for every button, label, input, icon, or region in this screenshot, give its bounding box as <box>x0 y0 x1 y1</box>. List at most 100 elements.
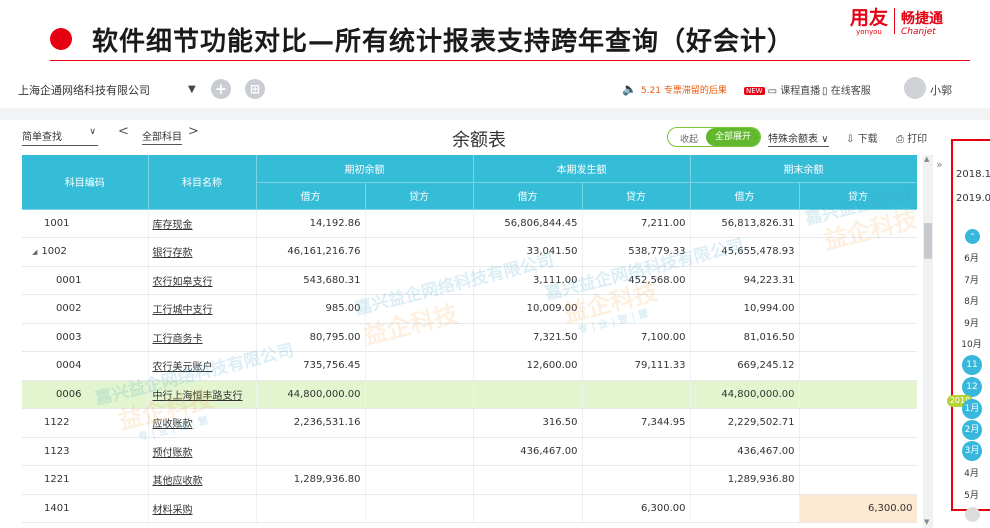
all-subjects-selector[interactable]: 全部科目 <box>142 128 182 145</box>
course-live-link[interactable]: NEW ▭ 课程直播 <box>744 82 820 97</box>
cell-current-debit <box>473 380 583 409</box>
balance-table: 科目编码 科目名称 期初余额 本期发生额 期末余额 借方 贷方 借方 贷方 借方… <box>22 155 917 528</box>
cell-closing-credit <box>799 408 917 438</box>
quick-search-dropdown[interactable]: 简单查找 ∨ <box>22 127 98 146</box>
cell-closing-credit <box>799 380 917 409</box>
cell-closing-credit <box>799 351 917 381</box>
account-link[interactable]: 应收账款 <box>153 419 193 430</box>
download-button[interactable]: ⇩ 下载 <box>846 130 878 145</box>
cell-closing-debit: 436,467.00 <box>690 437 800 466</box>
cell-opening-credit <box>365 237 474 267</box>
add-icon[interactable]: + <box>211 79 231 99</box>
account-link[interactable]: 材料采购 <box>153 505 193 516</box>
collapse-option[interactable]: 收起 <box>680 132 698 145</box>
company-selector[interactable]: 上海企通网络科技有限公司 <box>18 82 150 98</box>
period-month-selected[interactable]: 2月 <box>962 420 982 440</box>
apps-icon[interactable]: ⊞ <box>245 79 265 99</box>
cell-name[interactable]: 农行美元账户 <box>148 351 257 381</box>
cell-current-credit <box>582 465 691 495</box>
cell-opening-credit <box>365 437 474 466</box>
scroll-down-icon[interactable] <box>965 507 980 522</box>
account-link[interactable]: 工行商务卡 <box>153 334 203 345</box>
special-balance-dropdown[interactable]: 特殊余额表 ∨ <box>768 130 829 147</box>
account-link[interactable]: 农行如皋支行 <box>153 277 213 288</box>
cell-closing-credit <box>799 323 917 352</box>
cell-name[interactable]: 材料采购 <box>148 494 257 523</box>
header-rule <box>50 60 970 61</box>
cell-code: 0003 <box>22 323 149 352</box>
period-month-selected[interactable]: 12月 <box>962 377 982 412</box>
cell-code: 0006 <box>22 380 149 409</box>
cell-name[interactable]: 预付账款 <box>148 437 257 466</box>
cell-opening-debit: 14,192.86 <box>256 209 366 238</box>
col-header-debit: 借方 <box>256 182 366 210</box>
period-month[interactable]: 4月 <box>953 466 990 479</box>
notice-text: 5.21 专票滞留的后果 <box>640 86 727 96</box>
cell-name[interactable]: 应收账款 <box>148 408 257 438</box>
service-link[interactable]: ▯ 在线客服 <box>822 82 871 97</box>
cell-name[interactable]: 其他应收款 <box>148 465 257 495</box>
brand-logo: 用友 yonyou 畅捷通 Chanjet <box>850 8 943 37</box>
cell-opening-credit <box>365 465 474 495</box>
prev-arrow-icon[interactable]: < <box>118 124 129 139</box>
next-arrow-icon[interactable]: > <box>188 124 199 139</box>
cell-current-credit: 538,779.33 <box>582 237 691 267</box>
col-header-credit: 贷方 <box>799 182 917 210</box>
cell-current-credit: 452,568.00 <box>582 266 691 295</box>
account-link[interactable]: 中行上海恒丰路支行 <box>153 391 243 402</box>
service-label: 在线客服 <box>830 86 871 97</box>
period-month-selected[interactable]: 3月 <box>962 441 982 461</box>
cell-name[interactable]: 农行如皋支行 <box>148 266 257 295</box>
scroll-up-icon[interactable]: ▲ <box>924 155 929 163</box>
period-to[interactable]: 2019.03 <box>956 193 990 204</box>
cell-current-debit: 10,009.00 <box>473 294 583 324</box>
period-month[interactable]: 7月 <box>953 273 990 286</box>
period-month-selected[interactable]: 11月 <box>962 355 982 390</box>
cell-name[interactable]: 工行城中支行 <box>148 294 257 324</box>
scroll-up-icon[interactable]: ⌃ <box>965 229 980 244</box>
cell-current-debit: 436,467.00 <box>473 437 583 466</box>
cell-opening-debit: 735,756.45 <box>256 351 366 381</box>
cell-closing-debit: 10,994.00 <box>690 294 800 324</box>
cell-code: 1401 <box>22 494 149 523</box>
period-month[interactable]: 10月 <box>953 337 990 350</box>
col-header-name: 科目名称 <box>148 155 257 210</box>
period-from[interactable]: 2018.11 <box>956 169 990 180</box>
username[interactable]: 小郭 <box>930 82 952 98</box>
period-month[interactable]: 9月 <box>953 316 990 329</box>
expand-toggle[interactable]: 收起 全部展开 <box>667 127 761 147</box>
scroll-down-icon[interactable]: ▼ <box>924 518 929 526</box>
period-month[interactable]: 8月 <box>953 294 990 307</box>
cell-code: 0002 <box>22 294 149 324</box>
speaker-icon: 🔈 <box>622 82 637 96</box>
period-month[interactable]: 5月 <box>953 488 990 501</box>
report-title: 余额表 <box>452 130 506 151</box>
caret-down-icon[interactable]: ▼ <box>188 84 196 95</box>
cell-current-debit: 3,111.00 <box>473 266 583 295</box>
cell-name[interactable]: 工行商务卡 <box>148 323 257 352</box>
avatar[interactable] <box>904 77 926 99</box>
cell-name[interactable]: 中行上海恒丰路支行 <box>148 380 257 409</box>
expand-all-option[interactable]: 全部展开 <box>706 128 760 146</box>
cell-opening-debit: 44,800,000.00 <box>256 380 366 409</box>
account-link[interactable]: 银行存款 <box>153 248 193 259</box>
notice-link[interactable]: 🔈 5.21 专票滞留的后果 <box>622 82 727 96</box>
account-link[interactable]: 其他应收款 <box>153 476 203 487</box>
account-link[interactable]: 库存现金 <box>153 220 193 231</box>
cell-opening-credit <box>365 380 474 409</box>
double-chevron-icon[interactable]: » <box>936 158 943 171</box>
cell-name[interactable]: 库存现金 <box>148 209 257 238</box>
vertical-scrollbar[interactable]: ▲ ▼ <box>923 155 933 528</box>
account-link[interactable]: 预付账款 <box>153 448 193 459</box>
table-row-selected[interactable]: 0006 中行上海恒丰路支行 44,800,000.00 44,800,000.… <box>22 380 917 409</box>
account-link[interactable]: 工行城中支行 <box>153 305 213 316</box>
course-live-label: 课程直播 <box>780 86 821 97</box>
period-month-selected[interactable]: 1月 <box>962 399 982 419</box>
account-link[interactable]: 农行美元账户 <box>153 362 213 373</box>
period-month[interactable]: 6月 <box>953 251 990 264</box>
expand-triangle-icon[interactable]: ◢ <box>32 248 37 256</box>
cell-name[interactable]: 银行存款 <box>148 237 257 267</box>
cell-code: ◢ 1002 <box>22 237 149 267</box>
scroll-thumb[interactable] <box>924 223 932 259</box>
print-button[interactable]: ⎙ 打印 <box>896 130 927 145</box>
